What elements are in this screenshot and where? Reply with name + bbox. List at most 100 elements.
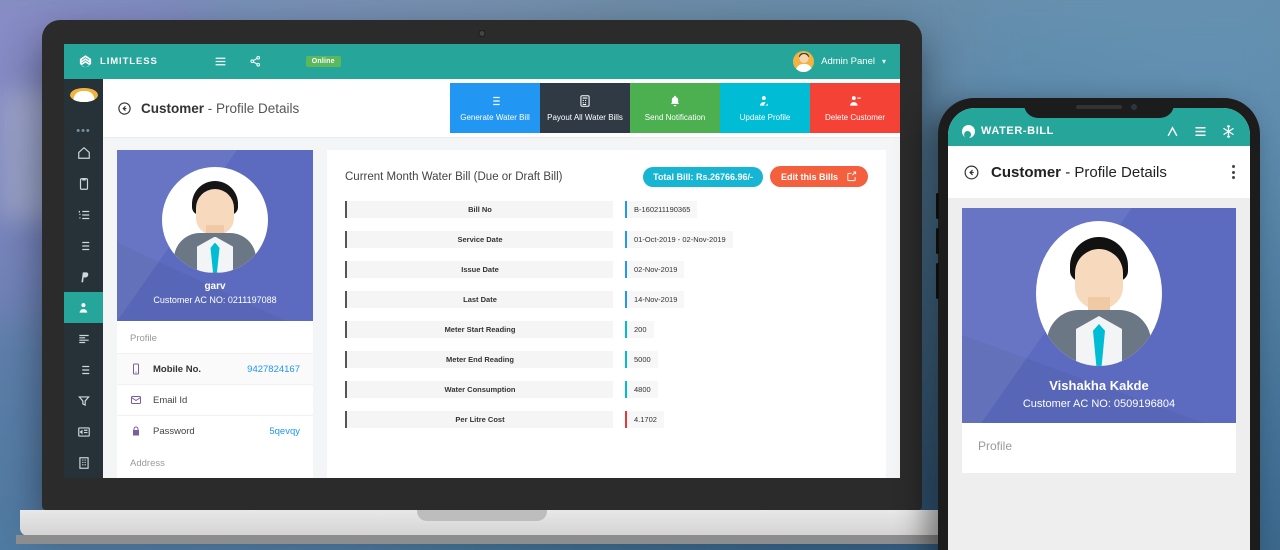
list-icon bbox=[78, 241, 89, 250]
bill-row-value: 4.1702 bbox=[625, 411, 664, 428]
network-nodes-icon[interactable] bbox=[249, 55, 262, 68]
phone-power-button[interactable] bbox=[936, 263, 939, 299]
update-profile-button[interactable]: Update Profile bbox=[720, 83, 810, 133]
back-arrow-circle-icon[interactable] bbox=[117, 101, 132, 116]
mobile-customer-avatar bbox=[1036, 221, 1162, 366]
bill-row-label: Last Date bbox=[345, 291, 613, 308]
avatar bbox=[793, 51, 815, 72]
email-icon bbox=[131, 396, 141, 404]
scene: LIMITLESS Online Admin Panel ▾ ••• Custo… bbox=[0, 0, 1280, 550]
bill-row-value: 5000 bbox=[625, 351, 658, 368]
admin-panel-menu[interactable]: Admin Panel ▾ bbox=[793, 51, 886, 72]
mobile-icon bbox=[133, 363, 139, 375]
action-label: Payout All Water Bills bbox=[547, 113, 623, 122]
bill-row: Meter Start Reading 200 bbox=[345, 321, 868, 338]
phone-device: WATER-BILL Customer - Profile Details Vi… bbox=[936, 98, 1260, 550]
profile-row-mobile[interactable]: Mobile No. 9427824167 bbox=[117, 353, 313, 384]
bill-row-value: 14-Nov-2019 bbox=[625, 291, 685, 308]
bill-row: Water Consumption 4800 bbox=[345, 381, 868, 398]
content-area: Customer - Profile Details Generate Wate… bbox=[103, 79, 900, 478]
sidebar-item-tasks[interactable] bbox=[64, 354, 103, 385]
mobile-customer-account: Customer AC NO: 0509196804 bbox=[1022, 398, 1176, 410]
sidebar-avatar[interactable] bbox=[69, 88, 98, 102]
admin-panel-label: Admin Panel bbox=[821, 56, 875, 67]
sidebar-item-more-dots[interactable]: ••• bbox=[76, 124, 91, 137]
building-icon bbox=[78, 456, 89, 469]
water-drop-logo-icon bbox=[962, 124, 975, 138]
profile-row-password[interactable]: Password 5qevqy bbox=[117, 415, 313, 446]
sidebar-item-customers[interactable] bbox=[64, 292, 103, 323]
profile-row-label: Email Id bbox=[153, 394, 188, 406]
chevron-up-icon[interactable] bbox=[1165, 124, 1180, 139]
sidebar-item-logs[interactable] bbox=[64, 323, 103, 354]
profile-row-value: 9427824167 bbox=[247, 363, 300, 375]
sidebar: ••• bbox=[64, 79, 103, 478]
laptop-device: LIMITLESS Online Admin Panel ▾ ••• Custo… bbox=[16, 20, 948, 544]
mobile-page-title: Customer - Profile Details bbox=[991, 164, 1167, 181]
bill-row-label: Per Litre Cost bbox=[345, 411, 613, 428]
ordered-list-icon bbox=[78, 210, 89, 219]
list-icon bbox=[490, 96, 500, 106]
laptop-base bbox=[20, 510, 944, 536]
back-arrow-circle-icon[interactable] bbox=[963, 164, 980, 181]
sidebar-item-reports[interactable] bbox=[64, 168, 103, 199]
bill-row-label: Service Date bbox=[345, 231, 613, 248]
brand[interactable]: LIMITLESS bbox=[78, 54, 158, 69]
sidebar-item-records[interactable] bbox=[64, 230, 103, 261]
delete-customer-button[interactable]: Delete Customer bbox=[810, 83, 900, 133]
edit-square-icon bbox=[847, 171, 857, 182]
edit-bills-label: Edit this Bills bbox=[780, 171, 838, 182]
limitless-logo-icon bbox=[79, 55, 92, 68]
generate-water-bill-button[interactable]: Generate Water Bill bbox=[450, 83, 540, 133]
mobile-profile-section-label: Profile bbox=[962, 423, 1236, 473]
payout-all-water-bills-button[interactable]: Payout All Water Bills bbox=[540, 83, 630, 133]
mobile-brand[interactable]: WATER-BILL bbox=[962, 124, 1054, 138]
sidebar-item-company[interactable] bbox=[64, 447, 103, 478]
page-title: Customer - Profile Details bbox=[141, 101, 299, 116]
home-icon bbox=[77, 146, 90, 159]
hamburger-menu-icon[interactable] bbox=[214, 55, 227, 68]
mobile-page-title-main: Customer bbox=[991, 163, 1062, 181]
bill-row-value: 02-Nov-2019 bbox=[625, 261, 685, 278]
user-edit-icon bbox=[760, 96, 768, 106]
sidebar-item-bill-list[interactable] bbox=[64, 199, 103, 230]
bell-icon bbox=[670, 95, 680, 107]
sidebar-item-dashboard[interactable] bbox=[64, 137, 103, 168]
bill-row: Meter End Reading 5000 bbox=[345, 351, 868, 368]
hamburger-menu-icon[interactable] bbox=[1193, 124, 1208, 139]
sidebar-item-filters[interactable] bbox=[64, 385, 103, 416]
brand-name: LIMITLESS bbox=[100, 56, 158, 67]
mobile-card-wrap: Vishakha Kakde Customer AC NO: 050919680… bbox=[948, 198, 1250, 473]
phone-screen: WATER-BILL Customer - Profile Details Vi… bbox=[948, 108, 1250, 550]
bill-row-label: Bill No bbox=[345, 201, 613, 218]
action-label: Update Profile bbox=[739, 113, 791, 122]
page-header: Customer - Profile Details Generate Wate… bbox=[103, 79, 900, 138]
sidebar-item-forms[interactable] bbox=[64, 416, 103, 447]
status-badge: Online bbox=[305, 56, 341, 67]
snowflake-settings-icon[interactable] bbox=[1221, 124, 1236, 139]
phone-volume-down-button[interactable] bbox=[936, 228, 939, 254]
mobile-customer-profile-card: Vishakha Kakde Customer AC NO: 050919680… bbox=[962, 208, 1236, 473]
bill-rows: Bill No B-160211190365 Service Date 01-O… bbox=[345, 201, 868, 428]
page-title-main: Customer bbox=[141, 100, 205, 116]
profile-row-email[interactable]: Email Id bbox=[117, 384, 313, 415]
bill-row-label: Meter Start Reading bbox=[345, 321, 613, 338]
customer-account: Customer AC NO: 0211197088 bbox=[153, 294, 277, 305]
profile-row-label: Password bbox=[153, 425, 195, 437]
phone-volume-up-button[interactable] bbox=[936, 193, 939, 219]
profile-section-label: Profile bbox=[130, 333, 157, 344]
sidebar-item-payments[interactable] bbox=[64, 261, 103, 292]
action-label: Generate Water Bill bbox=[460, 113, 530, 122]
bill-row-value: B-160211190365 bbox=[625, 201, 698, 218]
send-notification-button[interactable]: Send Notification bbox=[630, 83, 720, 133]
main-row: garv Customer AC NO: 0211197088 Profile … bbox=[103, 138, 900, 478]
bill-row-label: Issue Date bbox=[345, 261, 613, 278]
customer-avatar bbox=[162, 166, 268, 273]
kebab-menu-icon[interactable] bbox=[1232, 165, 1235, 179]
bill-row: Per Litre Cost 4.1702 bbox=[345, 411, 868, 428]
paypal-icon bbox=[80, 271, 88, 282]
bill-row-label: Water Consumption bbox=[345, 381, 613, 398]
laptop-foot bbox=[16, 535, 948, 544]
page-title-sub: - Profile Details bbox=[207, 100, 300, 116]
edit-bills-button[interactable]: Edit this Bills bbox=[769, 166, 868, 187]
